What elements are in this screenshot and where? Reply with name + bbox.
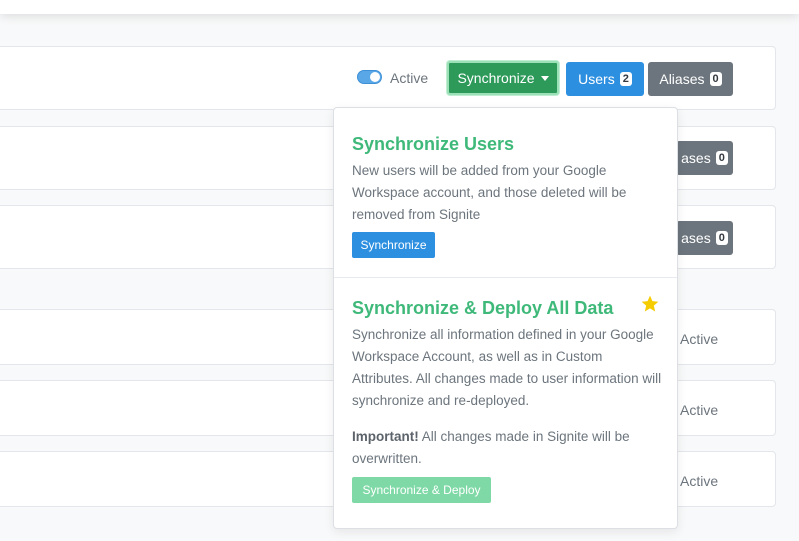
status-label: Active (680, 331, 719, 347)
status-label: Active (680, 473, 719, 489)
aliases-button[interactable]: ases 0 (676, 141, 733, 175)
sync-users-description: New users will be added from your Google… (352, 163, 627, 222)
sync-users-title: Synchronize Users (352, 134, 515, 154)
aliases-button-label: Aliases (659, 71, 705, 87)
aliases-count-badge: 0 (709, 72, 722, 86)
status-label: Active (390, 70, 429, 86)
dropdown-divider (334, 277, 677, 278)
toggle-knob (370, 72, 380, 82)
synchronize-dropdown-button[interactable]: Synchronize (447, 61, 559, 95)
aliases-count-badge: 0 (715, 151, 728, 165)
important-label: Important! (352, 429, 419, 444)
top-navbar (0, 0, 799, 14)
sync-deploy-description: Synchronize all information defined in y… (352, 327, 662, 408)
active-toggle[interactable] (357, 70, 382, 84)
aliases-button-label: ases (681, 230, 711, 246)
users-button[interactable]: Users 2 (566, 62, 644, 96)
status-label: Active (680, 402, 719, 418)
aliases-button-label: ases (681, 150, 711, 166)
users-button-label: Users (578, 71, 615, 87)
sync-deploy-button[interactable]: Synchronize & Deploy (352, 477, 491, 503)
synchronize-button-label: Synchronize (457, 70, 535, 86)
aliases-button[interactable]: ases 0 (676, 221, 733, 255)
sync-deploy-title: Synchronize & Deploy All Data (352, 298, 614, 318)
sync-deploy-warning: Important! All changes made in Signite w… (352, 426, 662, 470)
aliases-count-badge: 0 (715, 231, 728, 245)
star-icon (641, 295, 659, 312)
caret-down-icon (540, 75, 549, 81)
aliases-button[interactable]: Aliases 0 (648, 62, 733, 96)
synchronize-dropdown-menu: Synchronize Users New users will be adde… (333, 107, 678, 529)
users-count-badge: 2 (619, 72, 632, 86)
sync-users-button[interactable]: Synchronize (352, 232, 435, 258)
